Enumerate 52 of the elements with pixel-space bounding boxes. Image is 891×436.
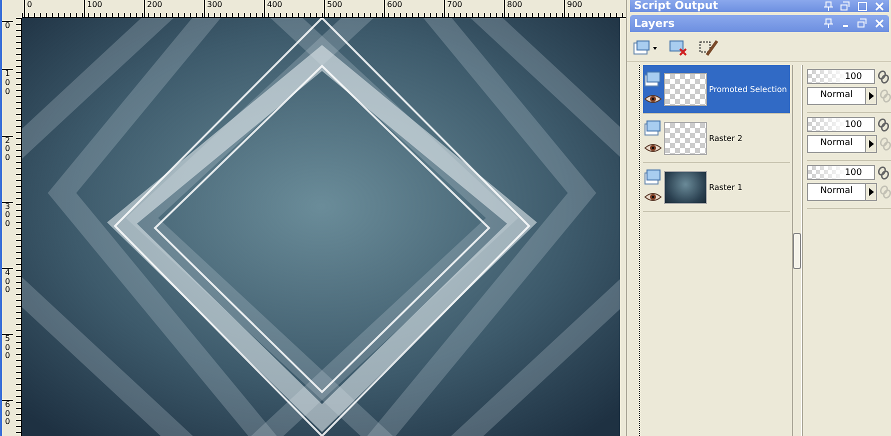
caret-icon[interactable] <box>865 88 876 104</box>
layer-name: Raster 1 <box>709 182 744 192</box>
blend-mode-dropdown[interactable]: Normal <box>807 87 877 105</box>
opacity-slider-field[interactable]: 100 <box>807 69 875 84</box>
layer-row[interactable]: Raster 2 <box>643 114 790 163</box>
panel-title: Script Output <box>634 0 718 12</box>
ruler-label: 100 <box>2 69 13 97</box>
ruler-label: 500 <box>324 0 384 17</box>
ruler-label: 800 <box>504 0 564 17</box>
layer-icon <box>644 169 662 185</box>
maximize-icon[interactable] <box>857 1 868 12</box>
ruler-label: 200 <box>144 0 204 17</box>
layer-row[interactable]: Promoted Selection <box>643 65 790 114</box>
close-icon[interactable] <box>874 1 885 12</box>
link-icon <box>879 89 891 103</box>
link-icon[interactable] <box>877 118 889 132</box>
link-icon[interactable] <box>877 166 889 180</box>
edit-selection-button[interactable] <box>697 38 721 58</box>
link-icon <box>879 185 891 199</box>
blend-mode-dropdown[interactable]: Normal <box>807 135 877 153</box>
link-icon[interactable] <box>877 70 889 84</box>
ruler-label: 600 <box>2 400 13 428</box>
close-icon[interactable] <box>874 18 885 29</box>
link-icon <box>879 137 891 151</box>
ruler-label: 500 <box>2 334 13 362</box>
ruler-label: 300 <box>204 0 264 17</box>
ruler-label: 400 <box>2 268 13 296</box>
restore-icon[interactable] <box>857 18 868 29</box>
ruler-label: 0 <box>2 21 13 31</box>
ruler-label: 100 <box>84 0 144 17</box>
opacity-slider-field[interactable]: 100 <box>807 165 875 180</box>
ruler-label: 300 <box>2 202 13 230</box>
layer-name: Promoted Selection <box>709 84 788 94</box>
blend-mode-dropdown[interactable]: Normal <box>807 183 877 201</box>
layer-name: Raster 2 <box>709 134 744 142</box>
ruler-label: 600 <box>384 0 444 17</box>
layer-icon <box>644 120 662 136</box>
panel-title: Layers <box>634 18 675 30</box>
restore-icon[interactable] <box>840 1 851 12</box>
splitter-handle[interactable] <box>793 232 801 268</box>
ruler-label: 400 <box>264 0 324 17</box>
opacity-slider-field[interactable]: 100 <box>807 117 875 132</box>
caret-icon[interactable] <box>865 136 876 152</box>
layer-icon <box>644 71 662 87</box>
layer-row[interactable]: Raster 1 <box>643 163 790 212</box>
caret-icon[interactable] <box>865 184 876 200</box>
pin-icon[interactable] <box>823 1 834 12</box>
ruler-label: 200 <box>2 136 13 163</box>
ruler-label: 0 <box>24 0 84 17</box>
ruler-label: 900 <box>564 0 624 17</box>
pin-icon[interactable] <box>823 18 834 29</box>
ruler-label: 700 <box>444 0 504 17</box>
